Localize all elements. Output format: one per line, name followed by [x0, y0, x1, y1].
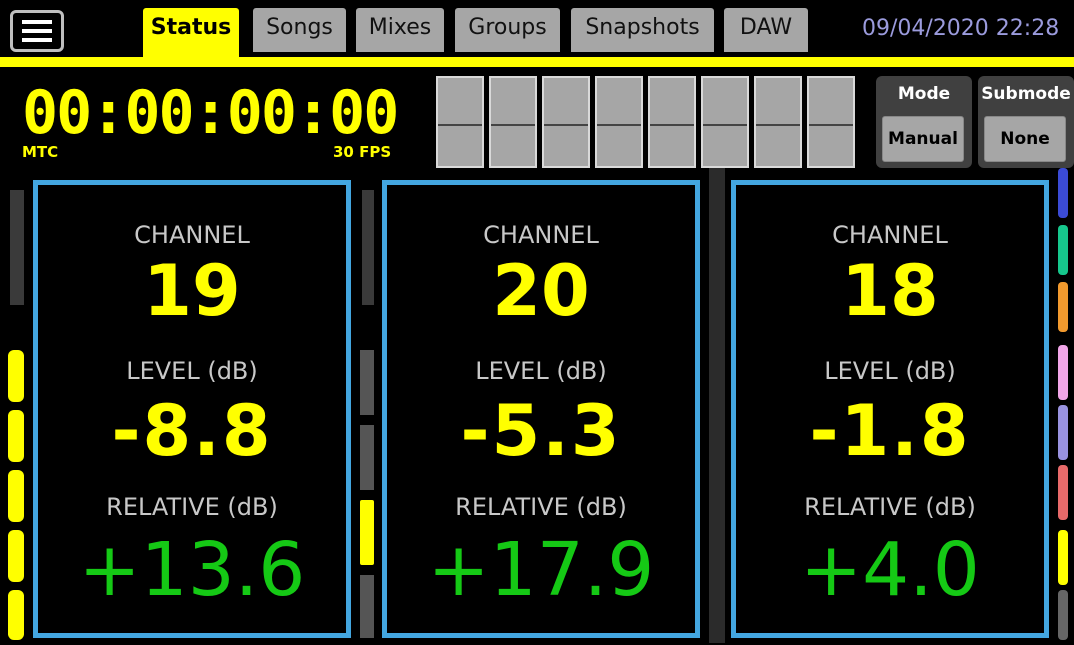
submode-title: Submode — [981, 84, 1071, 104]
channel-panel: CHANNEL 19 LEVEL (dB) -8.8 RELATIVE (dB)… — [33, 180, 351, 638]
background-button — [8, 350, 24, 402]
color-swatch — [1058, 345, 1068, 400]
mode-button[interactable]: Manual — [882, 116, 964, 162]
meter-box — [754, 76, 802, 168]
timecode-display: 00:00:00:00 — [22, 78, 399, 148]
level-value: -1.8 — [809, 390, 971, 472]
relative-value: +17.9 — [427, 527, 655, 613]
submode-button[interactable]: None — [984, 116, 1066, 162]
tab-status[interactable]: Status — [143, 8, 239, 58]
color-swatch — [1058, 282, 1068, 332]
background-strip — [362, 190, 374, 305]
color-swatch — [1058, 225, 1068, 275]
color-swatch — [1058, 530, 1068, 585]
level-value: -8.8 — [111, 390, 273, 472]
color-swatch — [1058, 465, 1068, 520]
channel-label: CHANNEL — [832, 221, 948, 249]
channel-panel: CHANNEL 18 LEVEL (dB) -1.8 RELATIVE (dB)… — [731, 180, 1049, 638]
timecode-source-label: MTC — [22, 143, 59, 161]
header-divider — [0, 57, 1074, 67]
timecode-fps-label: 30 FPS — [333, 143, 392, 161]
level-value: -5.3 — [460, 390, 622, 472]
tab-groups[interactable]: Groups — [455, 8, 560, 52]
meter-box — [701, 76, 749, 168]
background-button — [8, 470, 24, 522]
relative-label: RELATIVE (dB) — [106, 493, 278, 521]
background-button — [360, 575, 374, 638]
level-label: LEVEL (dB) — [824, 357, 956, 385]
background-button — [8, 530, 24, 582]
meter-box — [595, 76, 643, 168]
color-swatch — [1058, 405, 1068, 460]
level-label: LEVEL (dB) — [475, 357, 607, 385]
meter-box — [648, 76, 696, 168]
mode-panel: Mode Manual — [876, 76, 972, 168]
meter-box — [436, 76, 484, 168]
color-swatch — [1058, 168, 1068, 218]
channel-label: CHANNEL — [483, 221, 599, 249]
background-button — [8, 590, 24, 640]
color-swatch — [1058, 590, 1068, 640]
datetime: 09/04/2020 22:28 — [862, 16, 1060, 41]
background-strip — [709, 168, 725, 643]
meter-box — [542, 76, 590, 168]
tab-daw[interactable]: DAW — [724, 8, 808, 52]
meter-box — [489, 76, 537, 168]
tab-songs[interactable]: Songs — [253, 8, 346, 52]
channel-number: 19 — [143, 250, 241, 332]
relative-value: +4.0 — [800, 527, 980, 613]
channel-number: 18 — [841, 250, 939, 332]
background-button — [8, 410, 24, 462]
level-label: LEVEL (dB) — [126, 357, 258, 385]
background-button — [360, 425, 374, 490]
mode-title: Mode — [897, 84, 951, 104]
relative-value: +13.6 — [78, 527, 306, 613]
hamburger-menu-icon[interactable] — [10, 10, 64, 52]
channel-panel: CHANNEL 20 LEVEL (dB) -5.3 RELATIVE (dB)… — [382, 180, 700, 638]
tab-snapshots[interactable]: Snapshots — [571, 8, 714, 52]
channel-number: 20 — [492, 250, 590, 332]
channel-label: CHANNEL — [134, 221, 250, 249]
background-strip — [10, 190, 24, 305]
meter-box — [807, 76, 855, 168]
background-button — [360, 350, 374, 415]
submode-panel: Submode None — [978, 76, 1074, 168]
background-button — [360, 500, 374, 565]
tab-mixes[interactable]: Mixes — [356, 8, 444, 52]
relative-label: RELATIVE (dB) — [804, 493, 976, 521]
relative-label: RELATIVE (dB) — [455, 493, 627, 521]
